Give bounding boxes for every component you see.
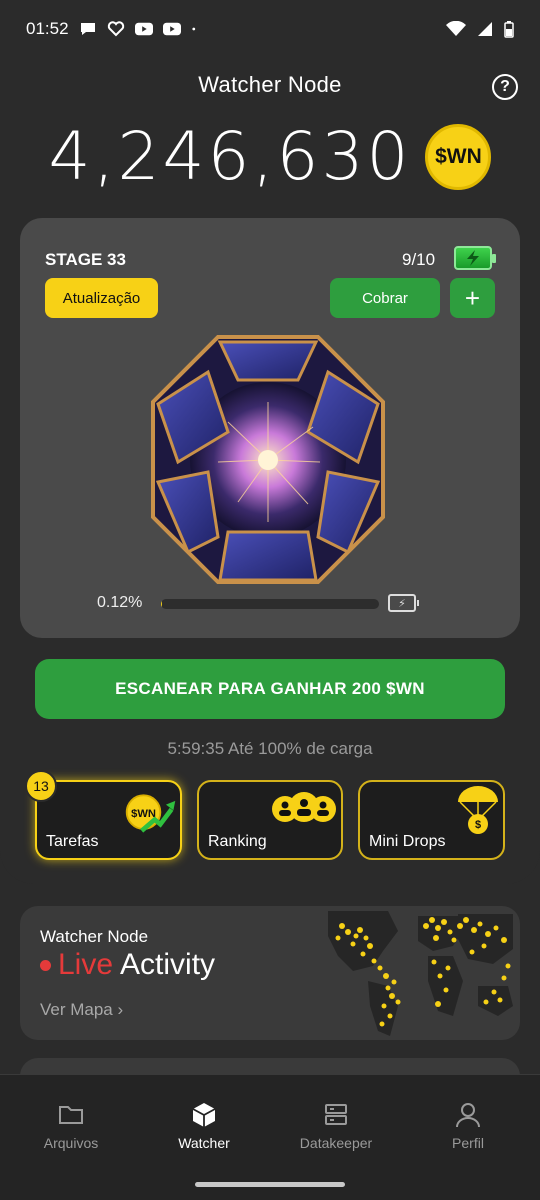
system-icons — [446, 20, 514, 38]
tasks-label: Tarefas — [46, 833, 99, 850]
page-title: Watcher Node — [198, 72, 342, 97]
add-button[interactable]: + — [450, 278, 495, 318]
people-group-icon — [272, 792, 336, 822]
node-cube-image — [151, 335, 385, 584]
battery-icon — [504, 21, 514, 38]
live-dot-icon — [40, 959, 51, 971]
wn-growth-icon: $WN — [125, 794, 176, 833]
mini-drops-tile[interactable]: $ Mini Drops — [358, 780, 505, 860]
view-map-label: Ver Mapa — [40, 1000, 113, 1019]
server-icon — [325, 1104, 347, 1125]
activity-word: Activity — [120, 948, 216, 981]
wifi-icon — [446, 21, 466, 36]
cube-icon — [192, 1103, 216, 1127]
charge-timer: 5:59:35 Até 100% de carga — [167, 739, 373, 758]
green-battery-icon — [454, 246, 496, 270]
mini-drops-label: Mini Drops — [369, 833, 446, 850]
live-word: Live — [58, 948, 114, 981]
update-button[interactable]: Atualização — [45, 278, 158, 318]
coin-label: $WN — [435, 144, 482, 168]
stage-card: STAGE 33 9/10 Atualização Cobrar + 0.12%… — [20, 218, 520, 638]
lightning-icon — [467, 250, 479, 266]
stage-count: 9/10 — [402, 250, 436, 269]
tasks-tile[interactable]: 13 $WN Tarefas — [25, 770, 182, 860]
view-map-link[interactable]: Ver Mapa › — [40, 1000, 123, 1020]
drops-coin-text: $ — [475, 819, 481, 831]
nav-item-arquivos[interactable]: Arquivos — [16, 1101, 126, 1153]
user-icon — [456, 1103, 480, 1128]
live-card-title: Watcher Node — [40, 927, 149, 946]
nav-item-perfil[interactable]: Perfil — [413, 1101, 523, 1153]
stage-label: STAGE 33 — [45, 250, 126, 269]
dot-icon — [191, 27, 195, 31]
ranking-tile[interactable]: Ranking — [197, 780, 343, 860]
chevron-right-icon: › — [117, 1000, 124, 1019]
parachute-drop-icon: $ — [458, 786, 498, 834]
ranking-label: Ranking — [208, 833, 267, 850]
youtube-icon — [134, 22, 153, 36]
home-indicator[interactable] — [195, 1182, 345, 1187]
nav-label-watcher: Watcher — [178, 1135, 230, 1151]
nav-label-perfil: Perfil — [452, 1135, 484, 1151]
charge-progress-bar — [161, 599, 379, 609]
signal-icon — [478, 22, 492, 36]
live-activity-heading: Live Activity — [40, 948, 215, 982]
folder-icon — [59, 1106, 83, 1124]
status-bar: 01:52 — [0, 0, 540, 58]
collect-button[interactable]: Cobrar — [330, 278, 440, 318]
chat-bubble-icon — [80, 23, 95, 35]
nav-item-datakeeper[interactable]: Datakeeper — [281, 1101, 391, 1153]
progress-percent: 0.12% — [97, 594, 143, 611]
nav-item-watcher[interactable]: Watcher — [149, 1101, 259, 1153]
nav-label-arquivos: Arquivos — [43, 1135, 99, 1151]
youtube-icon — [162, 22, 181, 36]
nav-label-datakeeper: Datakeeper — [299, 1135, 373, 1151]
status-time: 01:52 — [26, 19, 69, 38]
charging-icon: ⚡ — [388, 594, 419, 612]
tasks-coin-text: $WN — [131, 808, 156, 820]
question-circle-icon[interactable]: ? — [492, 74, 518, 100]
wn-coin-icon: $WN — [425, 123, 492, 190]
heart-link-icon — [107, 21, 124, 37]
balance-value: 4,246,630 — [48, 118, 412, 195]
world-activity-map — [328, 911, 513, 1036]
live-activity-card[interactable]: Watcher Node Live Activity Ver Mapa › — [20, 906, 520, 1040]
tasks-count-badge: 13 — [25, 770, 57, 802]
notification-icons — [79, 21, 201, 37]
balance-row: 4,246,630 $WN — [0, 118, 540, 195]
scan-button[interactable]: ESCANEAR PARA GANHAR 200 $WN — [35, 659, 505, 719]
